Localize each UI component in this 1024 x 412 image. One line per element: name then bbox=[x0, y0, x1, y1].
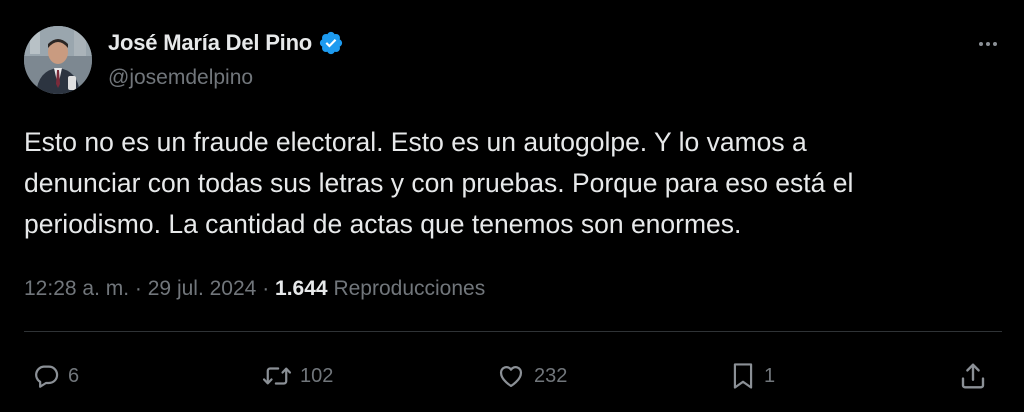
tweet-text-line: denunciar con todas sus letras y con pru… bbox=[24, 168, 854, 198]
tweet-date[interactable]: 29 jul. 2024 bbox=[148, 277, 257, 300]
author-display-name[interactable]: José María Del Pino bbox=[108, 30, 312, 56]
share-icon bbox=[961, 363, 985, 389]
retweet-icon bbox=[262, 367, 292, 385]
divider bbox=[24, 331, 1002, 332]
tweet-time[interactable]: 12:28 a. m. bbox=[24, 277, 129, 300]
like-button[interactable]: 232 bbox=[496, 356, 567, 396]
tweet-text-line: periodismo. La cantidad de actas que ten… bbox=[24, 209, 742, 239]
reply-button[interactable]: 6 bbox=[32, 356, 79, 396]
reply-count: 6 bbox=[68, 364, 80, 387]
bookmark-button[interactable]: 1 bbox=[730, 356, 775, 396]
heart-icon bbox=[499, 366, 523, 388]
retweet-count: 102 bbox=[300, 364, 334, 387]
reply-icon bbox=[35, 365, 59, 388]
author-name-row[interactable]: José María Del Pino bbox=[108, 30, 344, 56]
more-horizontal-icon bbox=[993, 42, 997, 46]
meta-separator: · bbox=[134, 277, 142, 300]
share-button[interactable] bbox=[958, 356, 988, 396]
author-handle[interactable]: @josemdelpino bbox=[108, 66, 253, 90]
more-options-button[interactable] bbox=[972, 34, 1004, 54]
retweet-button[interactable]: 102 bbox=[262, 356, 333, 396]
tweet-text: Esto no es un fraude electoral. Esto es … bbox=[24, 122, 994, 245]
like-count: 232 bbox=[534, 364, 568, 387]
avatar[interactable] bbox=[24, 26, 92, 94]
meta-separator: · bbox=[262, 277, 270, 300]
views-label: Reproducciones bbox=[333, 277, 486, 300]
tweet-meta: 12:28 a. m. · 29 jul. 2024 · 1.644 Repro… bbox=[24, 277, 485, 301]
bookmark-icon bbox=[733, 363, 753, 389]
tweet-text-line: Esto no es un fraude electoral. Esto es … bbox=[24, 127, 807, 157]
views-count: 1.644 bbox=[275, 277, 328, 300]
more-horizontal-icon bbox=[979, 42, 983, 46]
action-bar: 6 102 232 1 bbox=[0, 356, 1024, 396]
tweet-card: José María Del Pino @josemdelpino Esto n… bbox=[0, 0, 1024, 412]
avatar-image bbox=[24, 26, 92, 94]
bookmark-count: 1 bbox=[764, 364, 776, 387]
verified-badge-icon bbox=[319, 31, 343, 55]
more-horizontal-icon bbox=[986, 42, 990, 46]
